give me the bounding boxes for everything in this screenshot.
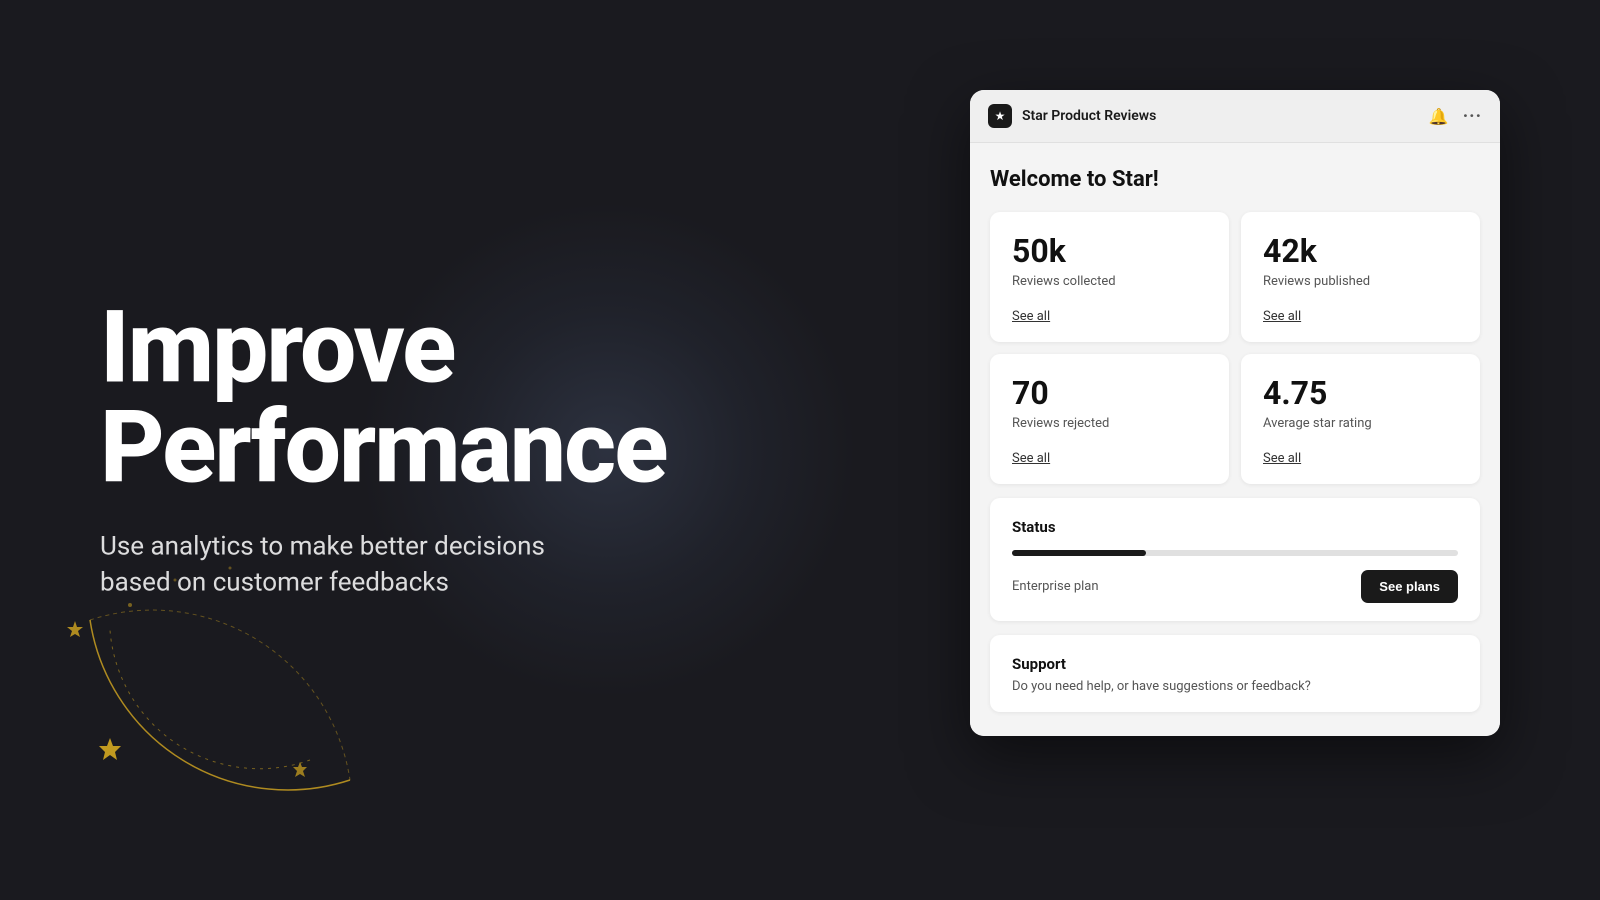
panel-header: ★ Star Product Reviews 🔔 ··· <box>970 90 1500 143</box>
reviews-rejected-value: 70 <box>1012 374 1207 412</box>
progress-bar-bg <box>1012 550 1458 556</box>
app-star-icon: ★ <box>995 109 1006 123</box>
stat-card-avg-rating: 4.75 Average star rating See all <box>1241 354 1480 484</box>
bell-icon[interactable]: 🔔 <box>1429 107 1449 126</box>
status-footer: Enterprise plan See plans <box>1012 570 1458 603</box>
stat-card-reviews-rejected: 70 Reviews rejected See all <box>990 354 1229 484</box>
avg-rating-see-all[interactable]: See all <box>1263 451 1301 466</box>
stat-card-reviews-collected: 50k Reviews collected See all <box>990 212 1229 342</box>
see-plans-button[interactable]: See plans <box>1361 570 1458 603</box>
reviews-rejected-see-all[interactable]: See all <box>1012 451 1050 466</box>
hero-section: Improve Performance Use analytics to mak… <box>100 299 667 602</box>
status-card: Status Enterprise plan See plans <box>990 498 1480 621</box>
panel-body: Welcome to Star! 50k Reviews collected S… <box>970 143 1500 736</box>
panel-header-left: ★ Star Product Reviews <box>988 104 1156 128</box>
hero-subheading: Use analytics to make better decisions b… <box>100 529 600 602</box>
hero-heading: Improve Performance <box>100 299 667 499</box>
support-card: Support Do you need help, or have sugges… <box>990 635 1480 712</box>
reviews-collected-label: Reviews collected <box>1012 274 1207 289</box>
reviews-published-value: 42k <box>1263 232 1458 270</box>
reviews-collected-see-all[interactable]: See all <box>1012 309 1050 324</box>
stat-card-reviews-published: 42k Reviews published See all <box>1241 212 1480 342</box>
app-icon: ★ <box>988 104 1012 128</box>
reviews-published-see-all[interactable]: See all <box>1263 309 1301 324</box>
more-options-icon[interactable]: ··· <box>1463 106 1482 127</box>
reviews-collected-value: 50k <box>1012 232 1207 270</box>
stats-grid: 50k Reviews collected See all 42k Review… <box>990 212 1480 484</box>
product-reviews-panel: ★ Star Product Reviews 🔔 ··· Welcome to … <box>970 90 1500 736</box>
progress-bar-fill <box>1012 550 1146 556</box>
support-title: Support <box>1012 655 1458 673</box>
panel-title: Star Product Reviews <box>1022 108 1156 124</box>
welcome-title: Welcome to Star! <box>990 167 1480 192</box>
panel-header-right: 🔔 ··· <box>1429 106 1482 127</box>
plan-label: Enterprise plan <box>1012 579 1099 594</box>
status-title: Status <box>1012 518 1458 536</box>
support-text: Do you need help, or have suggestions or… <box>1012 679 1458 694</box>
reviews-published-label: Reviews published <box>1263 274 1458 289</box>
reviews-rejected-label: Reviews rejected <box>1012 416 1207 431</box>
avg-rating-value: 4.75 <box>1263 374 1458 412</box>
avg-rating-label: Average star rating <box>1263 416 1458 431</box>
